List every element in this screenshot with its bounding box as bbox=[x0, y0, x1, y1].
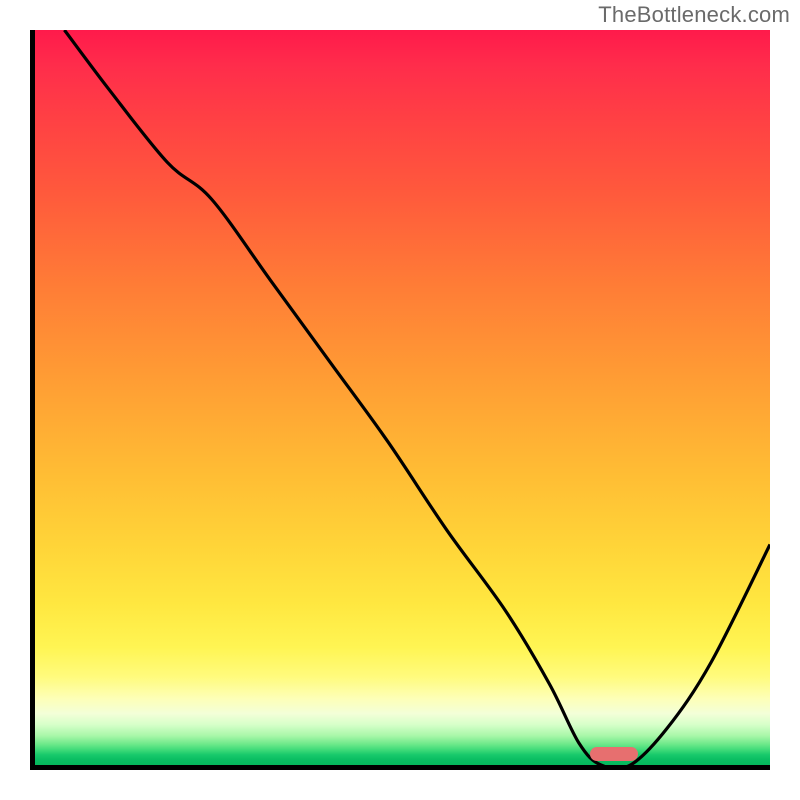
watermark-label: TheBottleneck.com bbox=[598, 2, 790, 28]
optimal-zone-marker bbox=[590, 747, 638, 761]
plot-area bbox=[30, 30, 770, 770]
bottleneck-curve bbox=[64, 30, 770, 765]
chart-container: TheBottleneck.com bbox=[0, 0, 800, 800]
bottleneck-curve-svg bbox=[35, 30, 770, 765]
